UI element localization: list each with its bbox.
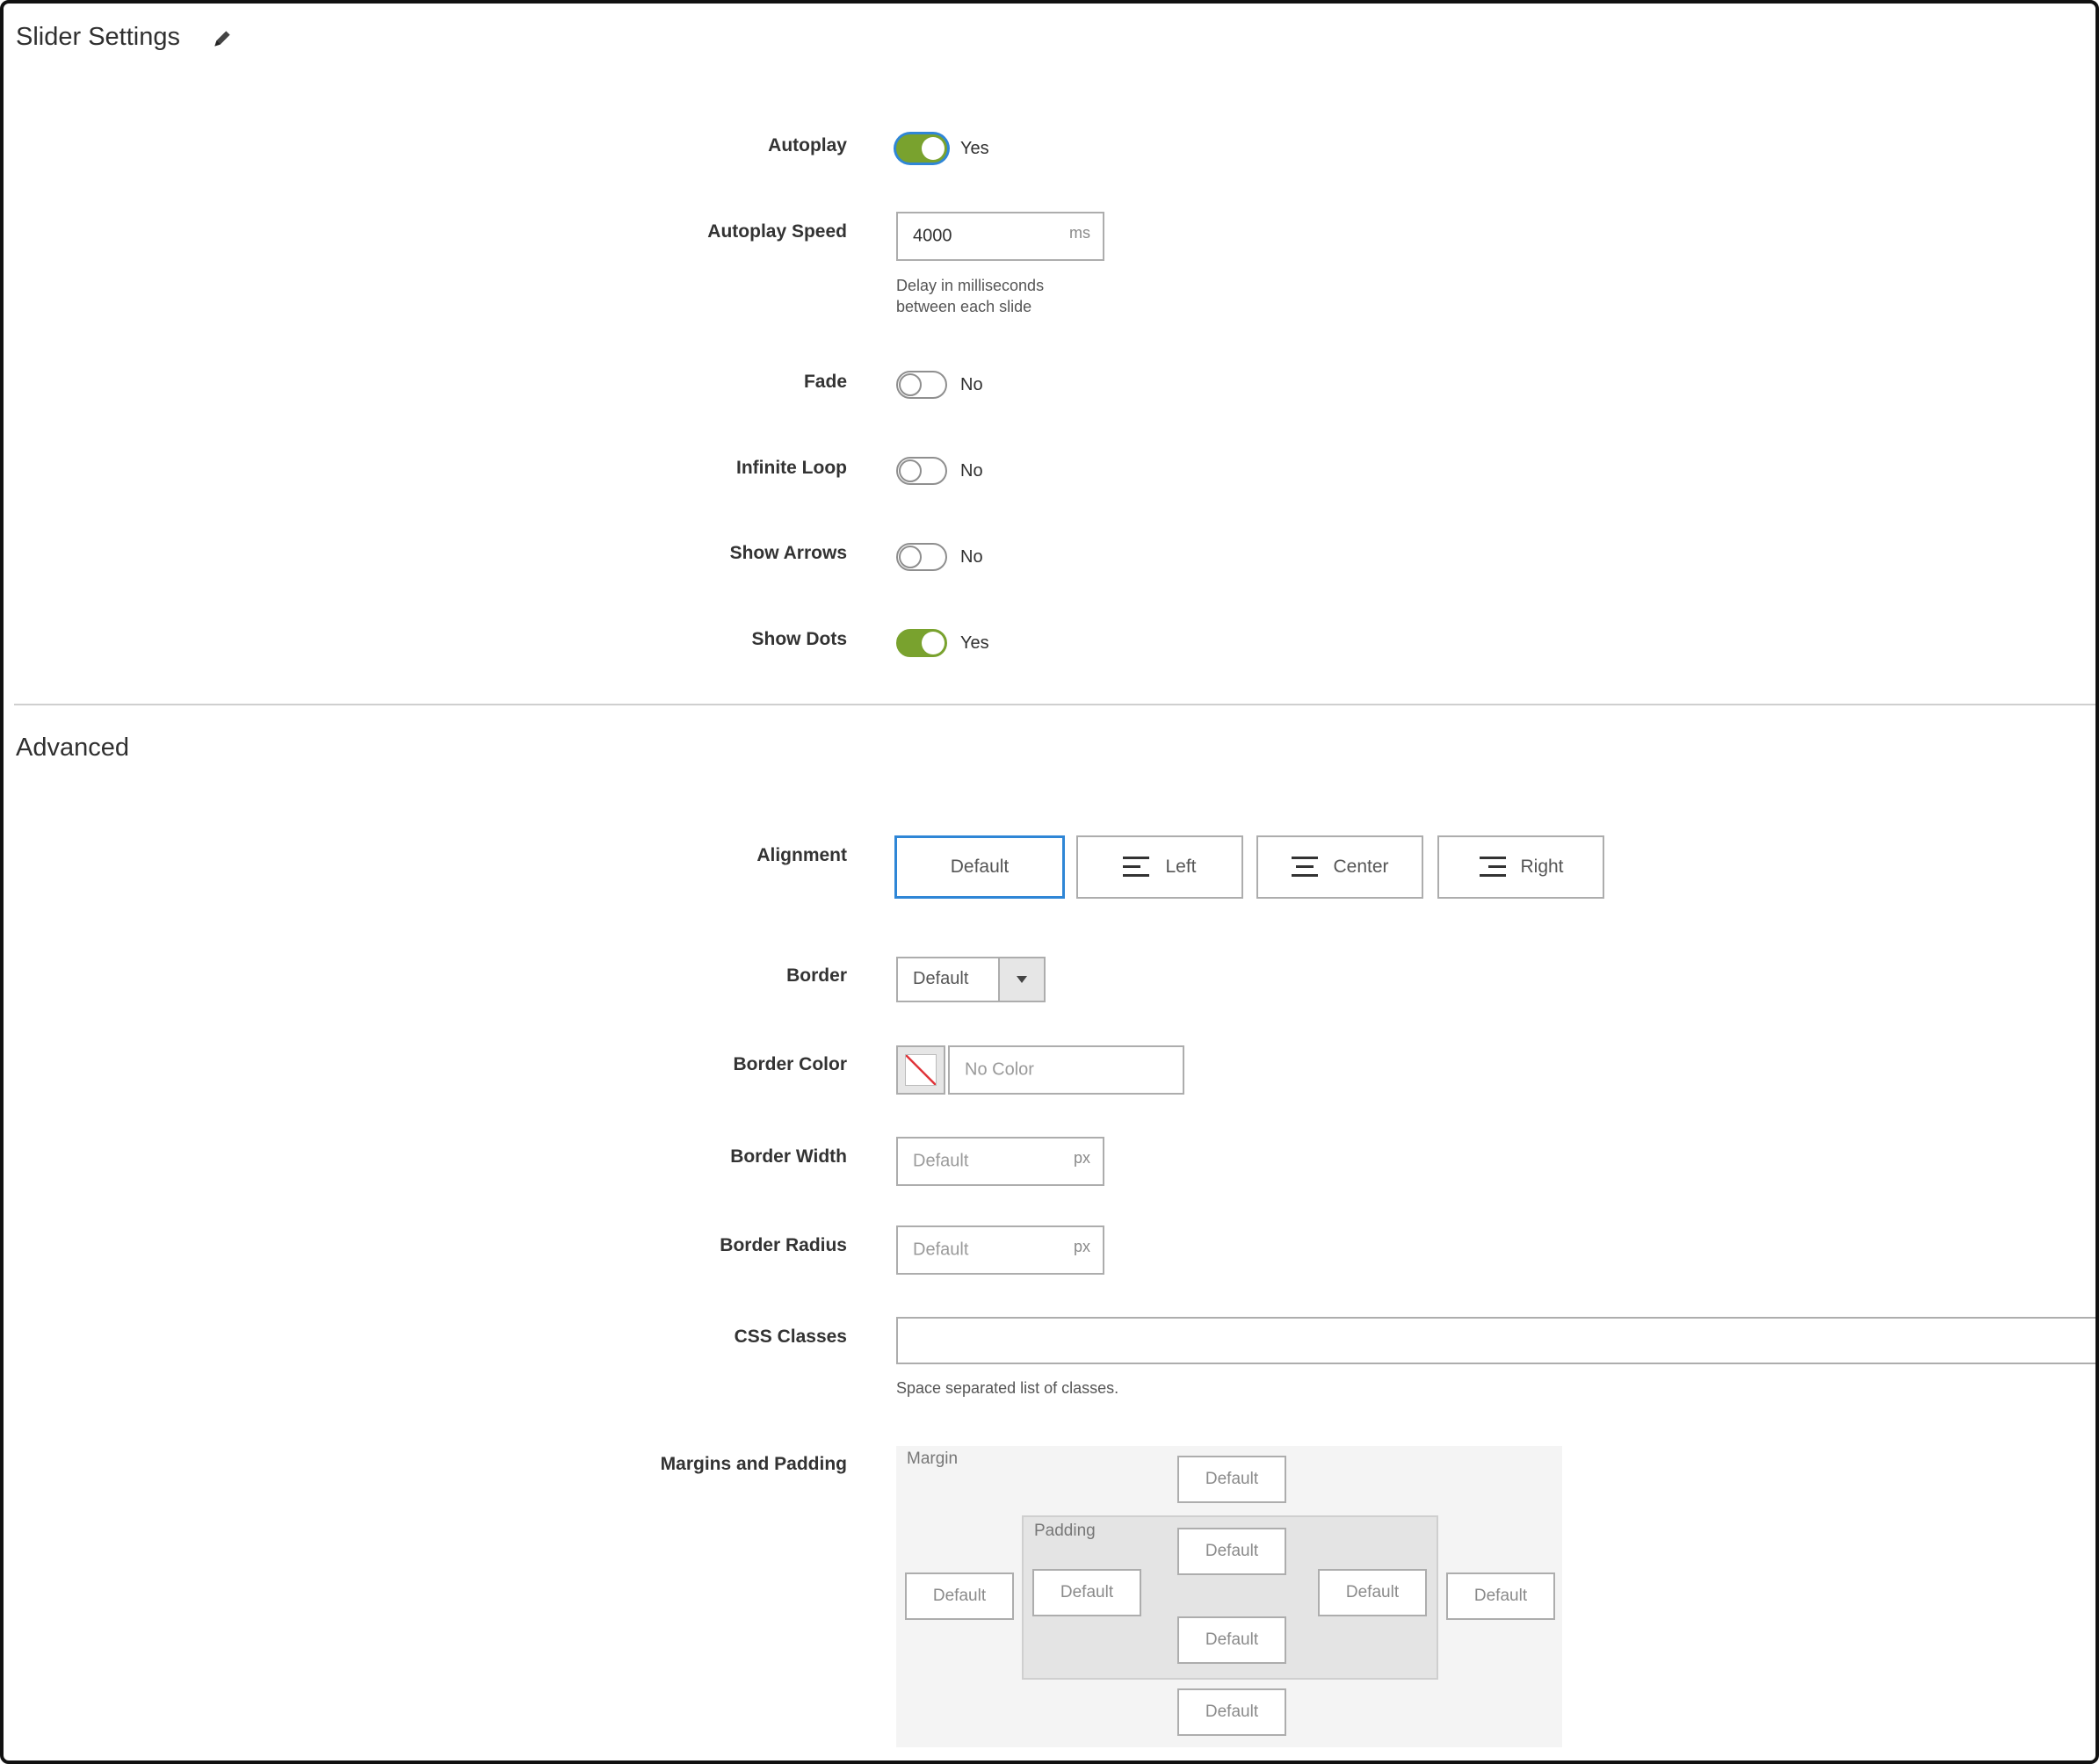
border-select-value: Default (913, 969, 969, 988)
padding-label: Padding (1034, 1522, 1096, 1540)
fade-toggle[interactable] (896, 371, 947, 399)
show-arrows-toggle[interactable] (896, 543, 947, 571)
alignment-center-button[interactable]: Center (1256, 835, 1423, 899)
border-radius-label: Border Radius (720, 1235, 847, 1255)
margin-bottom-input[interactable]: Default (1177, 1688, 1286, 1736)
border-label: Border (786, 965, 847, 986)
css-classes-note: Space separated list of classes. (896, 1379, 1119, 1397)
border-color-label: Border Color (733, 1054, 847, 1074)
autoplay-speed-note-line2: between each slide (896, 298, 1032, 315)
alignment-label: Alignment (756, 845, 847, 865)
css-classes-input[interactable] (896, 1317, 2095, 1364)
toggle-knob (899, 373, 922, 396)
padding-top-input[interactable]: Default (1177, 1528, 1286, 1575)
autoplay-speed-value: 4000 (913, 226, 952, 246)
alignment-left-label: Left (1165, 857, 1197, 877)
border-color-placeholder: No Color (965, 1059, 1034, 1080)
align-left-icon (1123, 857, 1150, 877)
padding-left-input[interactable]: Default (1032, 1569, 1141, 1616)
show-dots-value: Yes (960, 633, 989, 653)
border-color-swatch[interactable] (896, 1045, 945, 1095)
slider-settings-panel: Slider Settings Autoplay Yes Autoplay Sp… (0, 0, 2099, 1764)
autoplay-label: Autoplay (768, 135, 847, 155)
border-radius-input[interactable]: Default px (896, 1225, 1104, 1275)
align-center-icon (1292, 857, 1319, 877)
autoplay-toggle[interactable] (896, 134, 947, 163)
show-arrows-value: No (960, 547, 983, 567)
no-color-icon (906, 1055, 936, 1085)
alignment-default-button[interactable]: Default (894, 835, 1065, 899)
autoplay-speed-note: Delay in milliseconds between each slide (896, 275, 1044, 317)
autoplay-speed-label: Autoplay Speed (707, 221, 847, 242)
show-dots-toggle[interactable] (896, 629, 947, 657)
padding-bottom-input[interactable]: Default (1177, 1616, 1286, 1664)
alignment-center-label: Center (1333, 857, 1389, 877)
infinite-loop-value: No (960, 461, 983, 481)
section-title-advanced: Advanced (16, 734, 129, 762)
border-select[interactable]: Default (896, 957, 1046, 1002)
align-right-icon (1480, 857, 1507, 877)
section-title-slider-settings: Slider Settings (16, 23, 180, 51)
alignment-default-label: Default (950, 857, 1010, 877)
autoplay-speed-unit: ms (1069, 224, 1090, 242)
border-width-input[interactable]: Default px (896, 1137, 1104, 1186)
toggle-knob (899, 546, 922, 568)
show-dots-label: Show Dots (751, 629, 848, 649)
section-divider (14, 704, 2095, 705)
autoplay-speed-input[interactable]: 4000 ms (896, 212, 1104, 261)
toggle-knob (922, 632, 945, 654)
fade-value: No (960, 375, 983, 394)
border-width-label: Border Width (730, 1146, 847, 1167)
alignment-right-label: Right (1520, 857, 1564, 877)
autoplay-value: Yes (960, 139, 989, 158)
show-arrows-label: Show Arrows (729, 543, 847, 563)
margins-padding-label: Margins and Padding (660, 1454, 847, 1474)
alignment-right-button[interactable]: Right (1437, 835, 1604, 899)
border-width-unit: px (1073, 1149, 1090, 1167)
toggle-knob (922, 137, 945, 160)
pencil-icon[interactable] (211, 27, 234, 50)
margin-left-input[interactable]: Default (905, 1572, 1014, 1620)
margin-right-input[interactable]: Default (1446, 1572, 1555, 1620)
border-radius-placeholder: Default (913, 1240, 969, 1260)
margin-top-input[interactable]: Default (1177, 1456, 1286, 1503)
border-radius-unit: px (1073, 1238, 1090, 1255)
alignment-left-button[interactable]: Left (1076, 835, 1243, 899)
padding-right-input[interactable]: Default (1318, 1569, 1427, 1616)
infinite-loop-toggle[interactable] (896, 457, 947, 485)
border-width-placeholder: Default (913, 1151, 969, 1171)
toggle-knob (899, 459, 922, 482)
autoplay-speed-note-line1: Delay in milliseconds (896, 277, 1045, 294)
swatch-inner (905, 1054, 937, 1086)
margin-label: Margin (907, 1450, 959, 1468)
chevron-down-icon[interactable] (998, 958, 1044, 1001)
fade-label: Fade (803, 372, 847, 392)
infinite-loop-label: Infinite Loop (736, 458, 847, 478)
css-classes-label: CSS Classes (734, 1327, 847, 1347)
border-color-input[interactable]: No Color (948, 1045, 1184, 1095)
